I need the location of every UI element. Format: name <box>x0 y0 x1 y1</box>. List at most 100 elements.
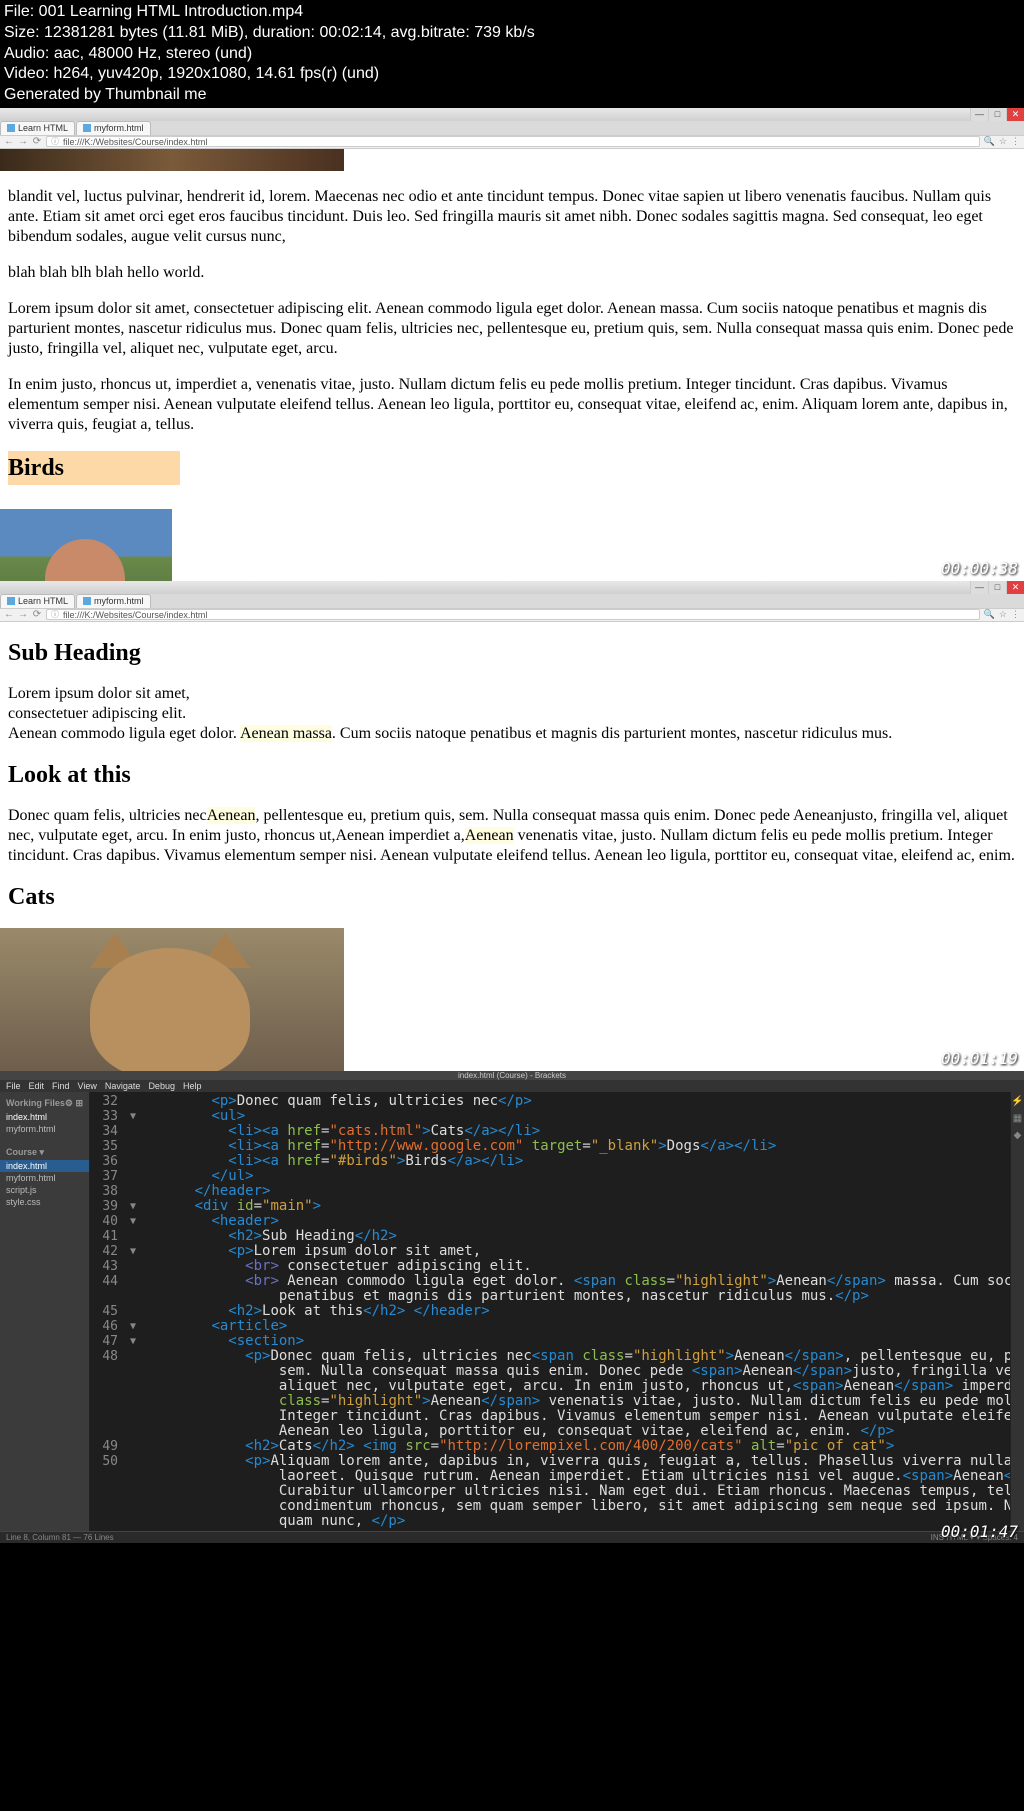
code-line[interactable]: 32 <p>Donec quam felis, ultricies nec</p… <box>90 1094 1010 1109</box>
thumbnail-timestamp: 00:01:19 <box>941 1049 1018 1069</box>
menu-edit[interactable]: Edit <box>29 1081 45 1091</box>
close-button[interactable]: ✕ <box>1006 581 1024 594</box>
menu-file[interactable]: File <box>6 1081 21 1091</box>
tab-myform[interactable]: myform.html <box>76 121 151 135</box>
star-icon[interactable]: ☆ <box>999 609 1007 620</box>
editor-titlebar: index.html (Course) - Brackets <box>0 1071 1024 1080</box>
tab-learn-html[interactable]: Learn HTML <box>0 594 75 608</box>
sidebar-file-style[interactable]: style.css <box>6 1196 83 1208</box>
status-cursor: Line 8, Column 81 — 76 Lines <box>6 1533 114 1542</box>
code-line[interactable]: aliquet nec, vulputate eget, arcu. In en… <box>90 1379 1010 1394</box>
sidebar-item-index[interactable]: index.html <box>6 1111 83 1123</box>
reload-button[interactable]: ⟳ <box>32 609 42 620</box>
back-button[interactable]: ← <box>4 136 14 147</box>
code-line[interactable]: 33▼ <ul> <box>90 1109 1010 1124</box>
code-line[interactable]: 41 <h2>Sub Heading</h2> <box>90 1229 1010 1244</box>
back-button[interactable]: ← <box>4 609 14 620</box>
code-line[interactable]: quam nunc, </p> <box>90 1514 1010 1529</box>
code-line[interactable]: 37 </ul> <box>90 1169 1010 1184</box>
sidebar-file-script[interactable]: script.js <box>6 1184 83 1196</box>
window-titlebar: — □ ✕ <box>0 108 1024 121</box>
heading-look: Look at this <box>8 760 1016 790</box>
heading-sub: Sub Heading <box>8 638 1016 668</box>
editor-menubar: File Edit Find View Navigate Debug Help <box>0 1080 1024 1092</box>
code-line[interactable]: 45 <h2>Look at this</h2> </header> <box>90 1304 1010 1319</box>
code-line[interactable]: 48 <p>Donec quam felis, ultricies nec<sp… <box>90 1349 1010 1364</box>
code-line[interactable]: 34 <li><a href="cats.html">Cats</a></li> <box>90 1124 1010 1139</box>
minimize-button[interactable]: — <box>970 108 988 121</box>
star-icon[interactable]: ☆ <box>999 136 1007 147</box>
sidebar-file-myform[interactable]: myform.html <box>6 1172 83 1184</box>
menu-navigate[interactable]: Navigate <box>105 1081 141 1091</box>
extension-icon[interactable]: ▦ <box>1013 1113 1022 1124</box>
browser-window-2: — □ ✕ Learn HTML myform.html ← → ⟳ ⓘ fil… <box>0 581 1024 1071</box>
reload-button[interactable]: ⟳ <box>32 136 42 147</box>
page-viewport-1[interactable]: blandit vel, luctus pulvinar, hendrerit … <box>0 149 1024 581</box>
code-line[interactable]: Aenean leo ligula, porttitor eu, consequ… <box>90 1424 1010 1439</box>
doc-icon <box>7 124 15 132</box>
doc-icon <box>83 124 91 132</box>
thumbnail-timestamp: 00:00:38 <box>941 559 1018 579</box>
menu-icon[interactable]: ⋮ <box>1011 136 1020 147</box>
maximize-button[interactable]: □ <box>988 581 1006 594</box>
code-line[interactable]: 47▼ <section> <box>90 1334 1010 1349</box>
zoom-icon[interactable]: 🔍 <box>984 609 995 620</box>
code-line[interactable]: 50 <p>Aliquam lorem ante, dapibus in, vi… <box>90 1454 1010 1469</box>
url-field[interactable]: ⓘ file:///K:/Websites/Course/index.html <box>46 609 980 620</box>
info-icon: ⓘ <box>51 609 59 620</box>
code-line[interactable]: Curabitur ullamcorper ultricies nisi. Na… <box>90 1484 1010 1499</box>
doc-icon <box>83 597 91 605</box>
code-line[interactable]: 38 </header> <box>90 1184 1010 1199</box>
doc-icon <box>7 597 15 605</box>
project-header[interactable]: Course ▾ <box>6 1147 83 1158</box>
menu-find[interactable]: Find <box>52 1081 70 1091</box>
url-field[interactable]: ⓘ file:///K:/Websites/Course/index.html <box>46 136 980 147</box>
cropped-image <box>0 149 344 171</box>
sidebar-file-index[interactable]: index.html <box>0 1160 89 1172</box>
menu-view[interactable]: View <box>78 1081 97 1091</box>
address-bar: ← → ⟳ ⓘ file:///K:/Websites/Course/index… <box>0 608 1024 622</box>
close-button[interactable]: ✕ <box>1006 108 1024 121</box>
code-line[interactable]: 44 <br> Aenean commodo ligula eget dolor… <box>90 1274 1010 1289</box>
code-line[interactable]: 39▼ <div id="main"> <box>90 1199 1010 1214</box>
paragraph: Donec quam felis, ultricies necAenean, p… <box>8 806 1016 866</box>
tab-bar: Learn HTML myform.html <box>0 594 1024 608</box>
zoom-icon[interactable]: 🔍 <box>984 136 995 147</box>
code-line[interactable]: laoreet. Quisque rutrum. Aenean imperdie… <box>90 1469 1010 1484</box>
code-line[interactable]: 35 <li><a href="http://www.google.com" t… <box>90 1139 1010 1154</box>
menu-help[interactable]: Help <box>183 1081 202 1091</box>
minimize-button[interactable]: — <box>970 581 988 594</box>
menu-debug[interactable]: Debug <box>148 1081 175 1091</box>
live-preview-icon[interactable]: ⚡ <box>1011 1096 1023 1107</box>
working-files-header[interactable]: Working Files⚙ ⊞ <box>6 1098 83 1109</box>
code-line[interactable]: penatibus et magnis dis parturient monte… <box>90 1289 1010 1304</box>
code-line[interactable]: 46▼ <article> <box>90 1319 1010 1334</box>
code-line[interactable]: condimentum rhoncus, sem quam semper lib… <box>90 1499 1010 1514</box>
highlight-span: Aenean <box>207 807 256 824</box>
code-line[interactable]: Integer tincidunt. Cras dapibus. Vivamus… <box>90 1409 1010 1424</box>
maximize-button[interactable]: □ <box>988 108 1006 121</box>
code-line[interactable]: 49 <h2>Cats</h2> <img src="http://loremp… <box>90 1439 1010 1454</box>
code-line[interactable]: 36 <li><a href="#birds">Birds</a></li> <box>90 1154 1010 1169</box>
paragraph: Lorem ipsum dolor sit amet, consectetuer… <box>8 684 1016 744</box>
code-line[interactable]: 42▼ <p>Lorem ipsum dolor sit amet, <box>90 1244 1010 1259</box>
code-editor[interactable]: 32 <p>Donec quam felis, ultricies nec</p… <box>90 1092 1010 1531</box>
tab-bar: Learn HTML myform.html <box>0 121 1024 135</box>
forward-button[interactable]: → <box>18 136 28 147</box>
tab-learn-html[interactable]: Learn HTML <box>0 121 75 135</box>
browser-window-1: — □ ✕ Learn HTML myform.html ← → ⟳ ⓘ fil… <box>0 108 1024 581</box>
forward-button[interactable]: → <box>18 609 28 620</box>
code-line[interactable]: 40▼ <header> <box>90 1214 1010 1229</box>
code-line[interactable]: 43 <br> consectetuer adipiscing elit. <box>90 1259 1010 1274</box>
code-line[interactable]: class="highlight">Aenean</span> venenati… <box>90 1394 1010 1409</box>
plugin-icon[interactable]: ◆ <box>1014 1130 1022 1141</box>
sidebar-item-myform[interactable]: myform.html <box>6 1123 83 1135</box>
editor-statusbar: Line 8, Column 81 — 76 Lines INS HTML ▾ … <box>0 1531 1024 1543</box>
info-icon: ⓘ <box>51 136 59 147</box>
thumbnail-timestamp: 00:01:47 <box>941 1522 1018 1541</box>
code-line[interactable]: sem. Nulla consequat massa quis enim. Do… <box>90 1364 1010 1379</box>
tab-myform[interactable]: myform.html <box>76 594 151 608</box>
file-name: File: 001 Learning HTML Introduction.mp4 <box>4 2 1020 23</box>
page-viewport-2[interactable]: Sub Heading Lorem ipsum dolor sit amet, … <box>0 638 1024 1071</box>
menu-icon[interactable]: ⋮ <box>1011 609 1020 620</box>
